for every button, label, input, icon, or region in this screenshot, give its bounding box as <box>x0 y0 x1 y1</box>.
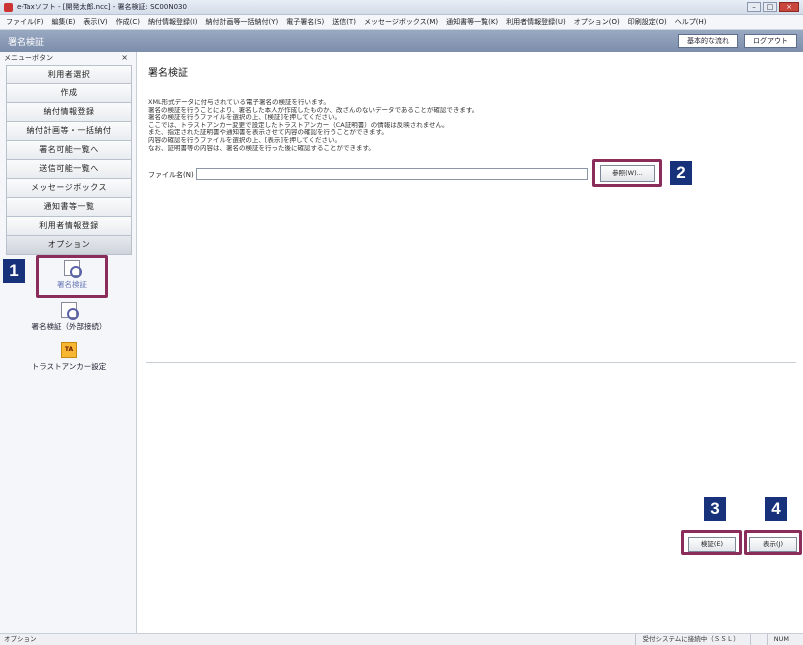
sidebar-item-signable-list[interactable]: 署名可能一覧へ <box>6 141 132 160</box>
sidebar-item-notices[interactable]: 通知書等一覧 <box>6 198 132 217</box>
sidebar-item-payment-plan[interactable]: 納付計画等・一括納付 <box>6 122 132 141</box>
document-magnifier-icon <box>61 302 79 320</box>
option-trust-anchor-label: トラストアンカー設定 <box>31 362 107 371</box>
window-titlebar: e-Taxソフト - [開発太郎.ncc] - 署名検証: SC00N030 –… <box>0 0 803 15</box>
menu-send[interactable]: 送信(T) <box>332 17 356 27</box>
callout-badge-4: 4 <box>765 497 787 521</box>
description-line: 署名の検証を行うことにより、署名した本人が作成したものか、改ざんのないデータであ… <box>148 106 479 114</box>
menu-payment-plan[interactable]: 納付計画等一括納付(Y) <box>206 17 279 27</box>
description-line: なお、証明書等の内容は、署名の検証を行った後に確認することができます。 <box>148 144 375 152</box>
callout-highlight-3 <box>681 530 742 555</box>
minimize-button[interactable]: – <box>747 2 761 12</box>
trust-anchor-icon: TA <box>61 342 77 358</box>
basic-flow-button[interactable]: 基本的な流れ <box>678 34 738 48</box>
logout-button[interactable]: ログアウト <box>744 34 797 48</box>
sidebar-item-user-select[interactable]: 利用者選択 <box>6 65 132 84</box>
callout-highlight-1 <box>36 255 108 298</box>
menu-notices[interactable]: 通知書等一覧(K) <box>446 17 498 27</box>
sidebar-item-sendable-list[interactable]: 送信可能一覧へ <box>6 160 132 179</box>
status-empty <box>749 634 763 645</box>
close-button[interactable]: × <box>779 2 799 12</box>
menu-option[interactable]: オプション(O) <box>574 17 620 27</box>
menu-signature[interactable]: 電子署名(S) <box>286 17 324 27</box>
divider <box>146 362 796 363</box>
status-bar: オプション 受付システムに接続中（ＳＳＬ） NUM <box>0 633 803 645</box>
description-text: XML形式データに付与されている電子署名の検証を行います。 署名の検証を行うこと… <box>148 99 588 152</box>
sidebar-item-create[interactable]: 作成 <box>6 84 132 103</box>
page-header: 署名検証 基本的な流れ ログアウト <box>0 30 803 52</box>
file-name-input[interactable] <box>196 168 588 180</box>
menu-help[interactable]: ヘルプ(H) <box>675 17 707 27</box>
sidebar-menu: メニューボタン × 利用者選択 作成 納付情報登録 納付計画等・一括納付 署名可… <box>0 52 137 633</box>
status-text: オプション <box>4 635 37 643</box>
menu-create[interactable]: 作成(C) <box>116 17 140 27</box>
description-line: また、指定された証明書や通知書を表示させて内容の確認を行うことができます。 <box>148 129 388 137</box>
sidebar-item-user-info[interactable]: 利用者情報登録 <box>6 217 132 236</box>
status-num: NUM <box>766 634 795 645</box>
option-trust-anchor[interactable]: TA トラストアンカー設定 <box>4 342 134 372</box>
window-title: e-Taxソフト - [開発太郎.ncc] - 署名検証: SC00N030 <box>17 3 187 11</box>
sidebar-item-message-box[interactable]: メッセージボックス <box>6 179 132 198</box>
menu-file[interactable]: ファイル(F) <box>6 17 44 27</box>
app-icon <box>4 2 13 12</box>
menu-message-box[interactable]: メッセージボックス(M) <box>364 17 438 27</box>
menu-user-info[interactable]: 利用者情報登録(U) <box>506 17 566 27</box>
page-title: 署名検証 <box>148 68 188 79</box>
callout-highlight-2 <box>592 159 662 187</box>
callout-badge-3: 3 <box>704 497 726 521</box>
sidebar-item-payment-info[interactable]: 納付情報登録 <box>6 103 132 122</box>
menu-payment-info[interactable]: 納付情報登録(I) <box>148 17 198 27</box>
description-line: 内容の確認を行うファイルを選択の上、[表示]を押してください。 <box>148 136 342 144</box>
callout-badge-1: 1 <box>3 259 25 283</box>
description-line: XML形式データに付与されている電子署名の検証を行います。 <box>148 99 330 106</box>
maximize-button[interactable]: □ <box>763 2 777 12</box>
option-signature-verify-external[interactable]: 署名検証（外部接続） <box>4 302 134 332</box>
menu-print-settings[interactable]: 印刷設定(O) <box>628 17 667 27</box>
description-line: ここでは、トラストアンカー変更で設定したトラストアンカー（CA証明書）の情報は反… <box>148 121 449 129</box>
menu-bar: ファイル(F) 編集(E) 表示(V) 作成(C) 納付情報登録(I) 納付計画… <box>0 15 803 30</box>
menu-view[interactable]: 表示(V) <box>83 17 107 27</box>
sidebar-heading-label: メニューボタン <box>4 54 53 62</box>
callout-highlight-4 <box>744 530 802 555</box>
callout-badge-2: 2 <box>670 161 692 185</box>
option-signature-verify-external-label: 署名検証（外部接続） <box>31 322 107 331</box>
sidebar-heading: メニューボタン × <box>0 52 136 65</box>
sidebar-close-icon[interactable]: × <box>121 52 128 64</box>
status-connection: 受付システムに接続中（ＳＳＬ） <box>635 634 745 645</box>
header-title: 署名検証 <box>8 37 45 48</box>
sidebar-item-option[interactable]: オプション <box>6 236 132 255</box>
menu-edit[interactable]: 編集(E) <box>52 17 76 27</box>
description-line: 署名の検証を行うファイルを選択の上、[検証]を押してください。 <box>148 114 342 122</box>
file-name-label: ファイル名(N) <box>148 171 194 179</box>
